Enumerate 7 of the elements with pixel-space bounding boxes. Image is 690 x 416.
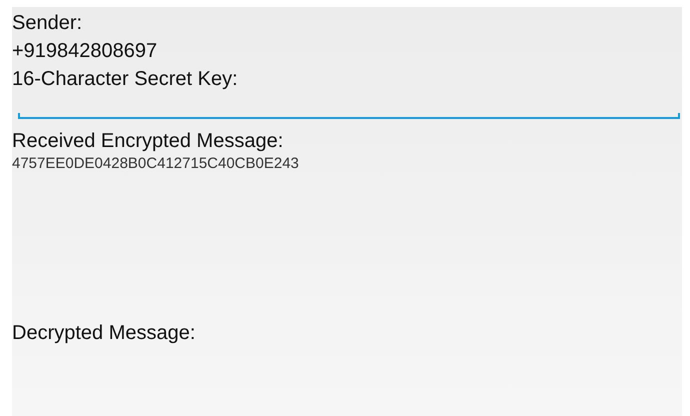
encrypted-message-text: 4757EE0DE0428B0C412715C40CB0E243 [12,155,299,173]
sender-label: Sender: [12,11,82,36]
secret-key-field[interactable] [18,113,680,119]
encrypted-message-label: Received Encrypted Message: [12,129,284,154]
sender-number: +919842808697 [12,39,158,64]
secret-key-label: 16-Character Secret Key: [12,67,238,92]
decrypted-message-label: Decrypted Message: [12,321,196,346]
